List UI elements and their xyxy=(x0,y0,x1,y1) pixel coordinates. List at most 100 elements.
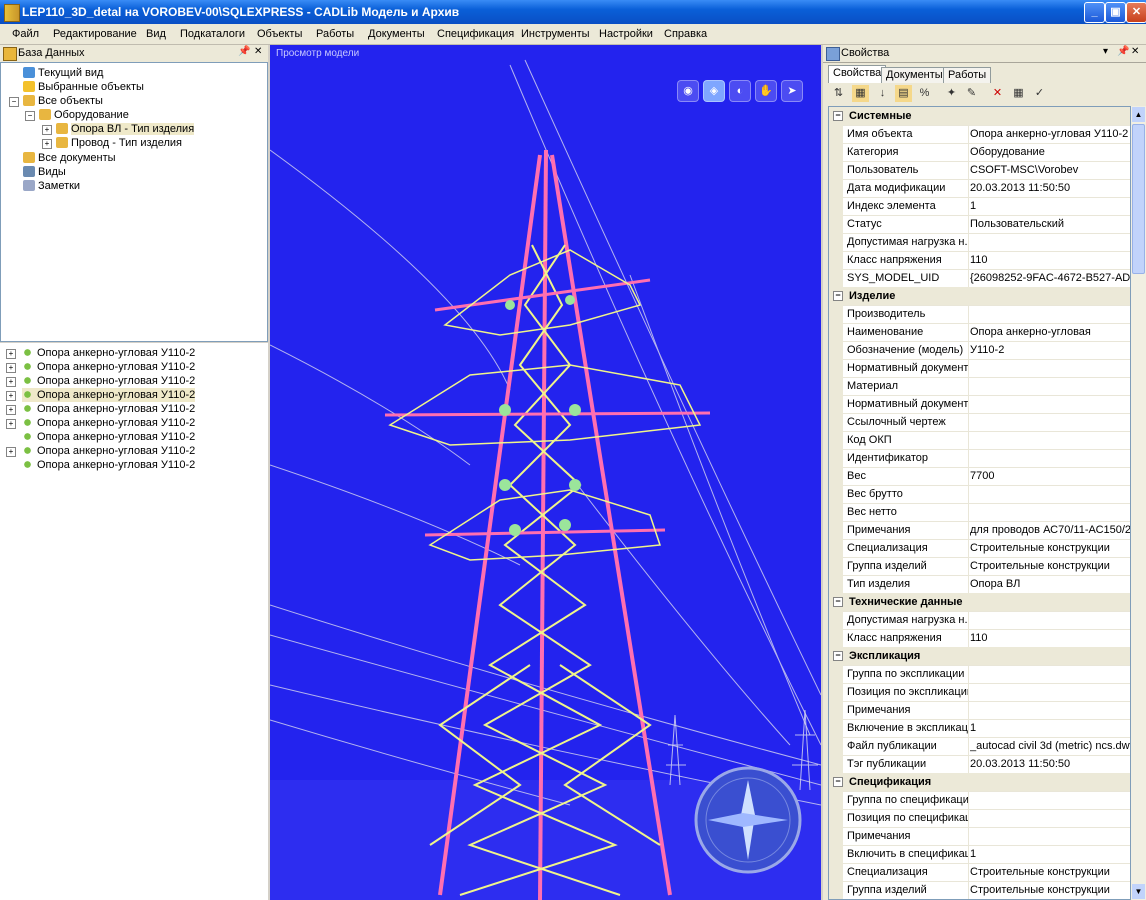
property-value[interactable] xyxy=(970,377,1130,395)
property-row[interactable]: Примечания xyxy=(829,701,1130,720)
section-header[interactable]: − Технические данные xyxy=(829,593,1130,612)
expand-toggle[interactable]: + xyxy=(6,363,16,373)
expand-toggle[interactable]: + xyxy=(42,139,52,149)
minimize-button[interactable]: _ xyxy=(1084,2,1105,23)
property-value[interactable]: Пользовательский xyxy=(970,215,1130,233)
property-row[interactable]: Специализация Строительные конструкции xyxy=(829,863,1130,882)
property-value[interactable] xyxy=(970,395,1130,413)
property-row[interactable]: Допустимая нагрузка н... xyxy=(829,233,1130,252)
list-item-selected[interactable]: Опора анкерно-угловая У110-2 xyxy=(22,388,196,402)
pin-icon[interactable]: 📌 xyxy=(238,46,250,57)
property-row[interactable]: Группа по спецификации xyxy=(829,791,1130,810)
property-row[interactable]: Примечания для проводов АС70/11-АС150/24 xyxy=(829,521,1130,540)
property-value[interactable]: Строительные конструкции xyxy=(970,557,1130,575)
property-value[interactable] xyxy=(970,449,1130,467)
section-header[interactable]: − Экспликация xyxy=(829,647,1130,666)
close-panel-icon[interactable]: ✕ xyxy=(254,46,262,57)
orbit-icon[interactable]: ◈ xyxy=(703,80,725,102)
section-header[interactable]: − Изделие xyxy=(829,287,1130,306)
property-value[interactable] xyxy=(970,665,1130,683)
sort-icon[interactable]: ⇅ xyxy=(830,85,847,102)
rotate-icon[interactable]: ◐ xyxy=(729,80,751,102)
tab-properties[interactable]: Свойства xyxy=(828,65,887,83)
model-viewport[interactable]: Просмотр модели ◉ ◈ ◐ ✋ ➤ xyxy=(270,45,821,900)
property-row[interactable]: Группа по экспликации xyxy=(829,665,1130,684)
property-value[interactable]: Оборудование xyxy=(970,143,1130,161)
property-row[interactable]: Класс напряжения 110 xyxy=(829,629,1130,648)
list-item[interactable]: Опора анкерно-угловая У110-2 xyxy=(22,402,195,416)
property-value[interactable] xyxy=(970,701,1130,719)
property-row[interactable]: Тэг публикации 20.03.2013 11:50:50 xyxy=(829,755,1130,774)
list-item[interactable]: Опора анкерно-угловая У110-2 xyxy=(22,360,195,374)
property-value[interactable]: Опора ВЛ xyxy=(970,575,1130,593)
menu-file[interactable]: Файл xyxy=(12,28,39,40)
alphabetical-icon[interactable]: ↓ xyxy=(874,85,891,102)
collapse-toggle[interactable]: − xyxy=(9,97,19,107)
property-value[interactable]: 110 xyxy=(970,629,1130,647)
property-row[interactable]: Ссылочный чертеж xyxy=(829,413,1130,432)
property-row[interactable]: Нормативный документ... xyxy=(829,395,1130,414)
property-row[interactable]: Примечания xyxy=(829,827,1130,846)
property-row[interactable]: Дата модификации 20.03.2013 11:50:50 xyxy=(829,179,1130,198)
property-row[interactable]: Специализация Строительные конструкции xyxy=(829,539,1130,558)
list-item[interactable]: Опора анкерно-угловая У110-2 xyxy=(22,416,195,430)
property-row[interactable]: Код ОКП xyxy=(829,431,1130,450)
property-value[interactable] xyxy=(970,791,1130,809)
property-value[interactable]: для проводов АС70/11-АС150/24 xyxy=(970,521,1130,539)
tab-works[interactable]: Работы xyxy=(943,67,992,83)
property-row[interactable]: Пользователь CSOFT-MSC\Vorobev xyxy=(829,161,1130,180)
property-value[interactable] xyxy=(970,503,1130,521)
property-value[interactable]: {26098252-9FAC-4672-B527-AD68... xyxy=(970,269,1130,287)
property-row[interactable]: Позиция по экспликации xyxy=(829,683,1130,702)
filter-icon[interactable]: ▤ xyxy=(895,85,912,102)
property-row[interactable]: Вес брутто xyxy=(829,485,1130,504)
property-value[interactable]: 7700 xyxy=(970,467,1130,485)
menu-works[interactable]: Работы xyxy=(316,28,354,40)
close-button[interactable]: ✕ xyxy=(1126,2,1146,23)
scroll-thumb[interactable] xyxy=(1132,124,1145,274)
property-value[interactable]: CSOFT-MSC\Vorobev xyxy=(970,161,1130,179)
list-item[interactable]: Опора анкерно-угловая У110-2 xyxy=(22,444,195,458)
collapse-toggle[interactable]: − xyxy=(833,777,843,787)
property-value[interactable] xyxy=(970,359,1130,377)
property-row[interactable]: Группа изделий Строительные конструкции xyxy=(829,557,1130,576)
property-value[interactable] xyxy=(970,827,1130,845)
tree-item-selected[interactable]: Выбранные объекты xyxy=(23,80,144,94)
property-value[interactable]: Строительные конструкции xyxy=(970,881,1130,899)
menu-help[interactable]: Справка xyxy=(664,28,707,40)
compass-icon[interactable] xyxy=(694,766,802,874)
delete-icon[interactable]: ✕ xyxy=(989,85,1006,102)
tree-item-notes[interactable]: Заметки xyxy=(23,179,80,193)
property-row[interactable]: Нормативный документ xyxy=(829,359,1130,378)
property-row[interactable]: Позиция по спецификац... xyxy=(829,809,1130,828)
menu-edit[interactable]: Редактирование xyxy=(53,28,137,40)
expand-toggle[interactable]: + xyxy=(6,377,16,387)
property-value[interactable] xyxy=(970,485,1130,503)
property-row[interactable]: Допустимая нагрузка н... xyxy=(829,611,1130,630)
property-value[interactable]: 1 xyxy=(970,845,1130,863)
property-value[interactable] xyxy=(970,413,1130,431)
property-row[interactable]: Обозначение (модель) У110-2 xyxy=(829,341,1130,360)
tree-item-views[interactable]: Виды xyxy=(23,165,66,179)
list-item[interactable]: Опора анкерно-угловая У110-2 xyxy=(22,346,195,360)
expand-toggle[interactable]: + xyxy=(6,391,16,401)
property-value[interactable]: Опора анкерно-угловая У110-2 xyxy=(970,125,1130,143)
close-panel-icon[interactable]: ✕ xyxy=(1131,46,1139,57)
expand-toggle[interactable]: + xyxy=(6,447,16,457)
pin-icon[interactable]: 📌 xyxy=(1117,46,1129,57)
expand-toggle[interactable]: + xyxy=(6,349,16,359)
property-value[interactable]: 20.03.2013 11:50:50 xyxy=(970,179,1130,197)
edit-icon[interactable]: ✎ xyxy=(963,85,980,102)
tree-item-tower-type[interactable]: Опора ВЛ - Тип изделия xyxy=(56,122,195,136)
property-row[interactable]: Наименование Опора анкерно-угловая xyxy=(829,323,1130,342)
tree-item-all-docs[interactable]: Все документы xyxy=(23,151,116,165)
tree-item-current-view[interactable]: Текущий вид xyxy=(23,66,103,80)
property-row[interactable]: Класс напряжения 110 xyxy=(829,251,1130,270)
property-row[interactable]: Тип изделия Опора ВЛ xyxy=(829,575,1130,594)
expand-toggle[interactable]: + xyxy=(42,125,52,135)
property-value[interactable] xyxy=(970,683,1130,701)
tab-documents[interactable]: Документы xyxy=(881,67,948,83)
property-row[interactable]: SYS_MODEL_UID {26098252-9FAC-4672-B527-AD… xyxy=(829,269,1130,288)
report-icon[interactable]: ✓ xyxy=(1031,85,1048,102)
collapse-toggle[interactable]: − xyxy=(833,597,843,607)
